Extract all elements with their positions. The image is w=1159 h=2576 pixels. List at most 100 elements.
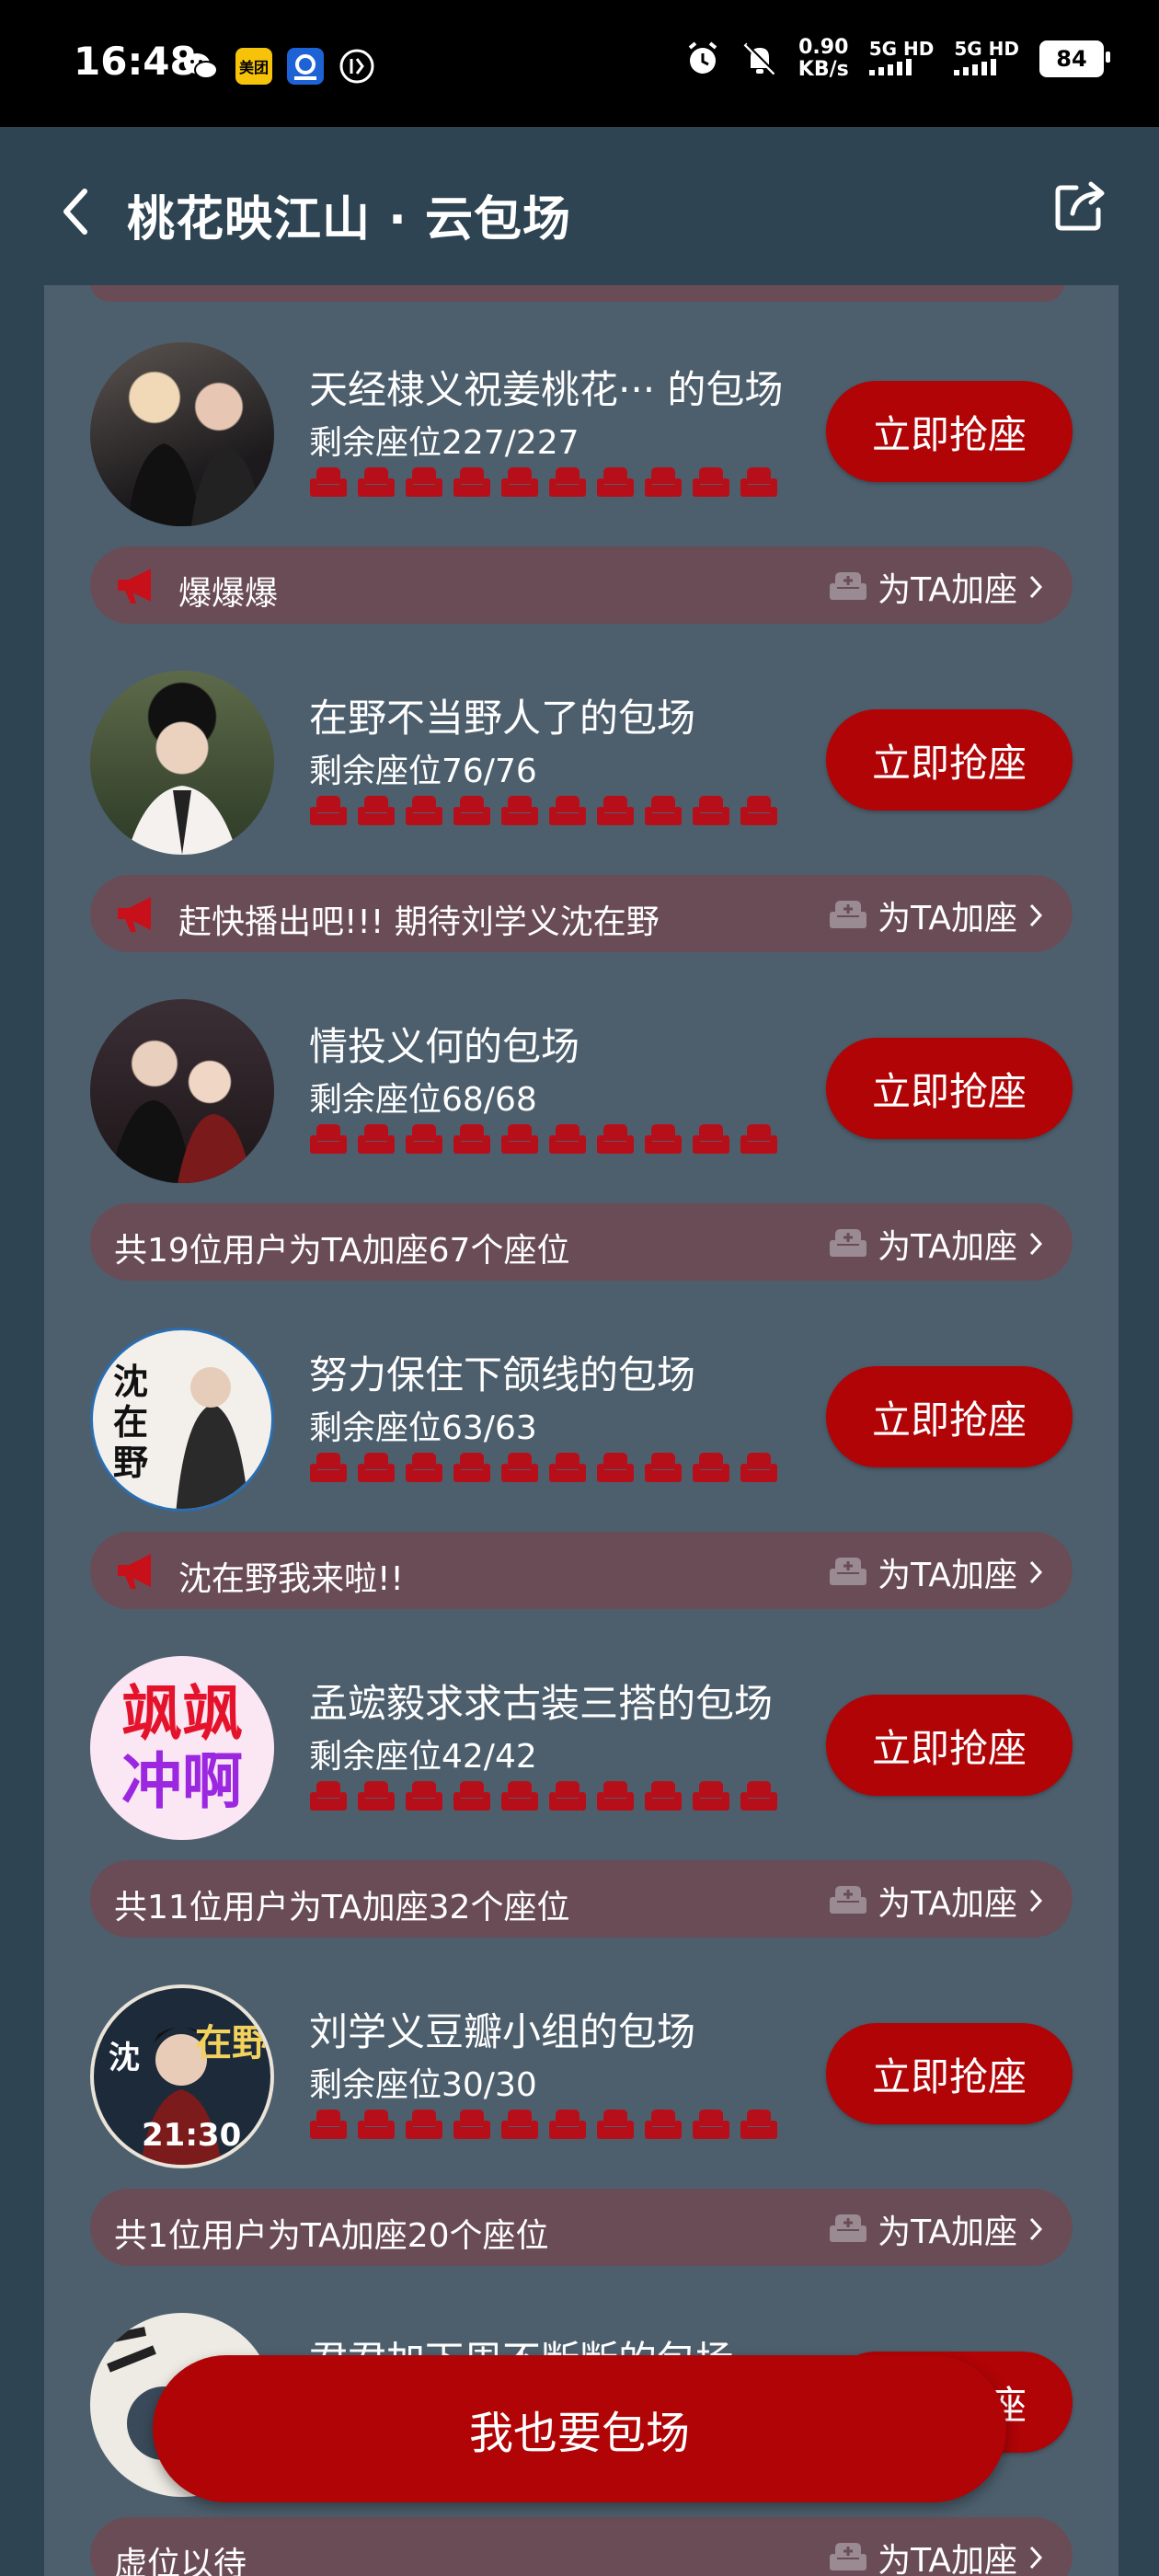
signal-sim1: 5G HD bbox=[868, 39, 934, 79]
grab-seat-button[interactable]: 立即抢座 bbox=[826, 1038, 1073, 1139]
seat-row bbox=[309, 794, 778, 829]
grab-seat-button[interactable]: 立即抢座 bbox=[826, 1366, 1073, 1467]
seat-plus-icon bbox=[830, 1558, 867, 1585]
megaphone-icon bbox=[118, 1554, 151, 1589]
avatar[interactable]: 沈 在 野 bbox=[90, 1328, 274, 1512]
seat-icon bbox=[693, 1781, 729, 1811]
message-text: 共1位用户为TA加座20个座位 bbox=[114, 2217, 549, 2255]
seat-icon bbox=[549, 2110, 586, 2139]
avatar[interactable] bbox=[90, 671, 274, 855]
chevron-right-icon bbox=[1029, 2546, 1043, 2570]
status-time: 16:48 bbox=[74, 39, 197, 84]
remaining-seats: 剩余座位68/68 bbox=[309, 1081, 537, 1119]
seat-plus-icon bbox=[830, 1229, 867, 1257]
avatar-caption: 飒飒 冲啊 bbox=[121, 1678, 243, 1817]
add-seat-link[interactable]: 为TA加座 bbox=[828, 891, 1045, 939]
wechat-icon bbox=[182, 48, 219, 85]
seat-icon bbox=[310, 2110, 347, 2139]
grab-seat-button[interactable]: 立即抢座 bbox=[826, 381, 1073, 482]
seat-icon bbox=[453, 2110, 490, 2139]
seat-icon bbox=[501, 796, 538, 825]
list-item: 在野不当野人了的包场 剩余座位76/76 立即抢座 赶快播出吧!!! 期待刘学义… bbox=[44, 614, 1119, 952]
add-seat-link[interactable]: 为TA加座 bbox=[828, 1220, 1045, 1268]
seat-plus-icon bbox=[830, 901, 867, 928]
seat-icon bbox=[740, 1453, 777, 1482]
message-bar: 共1位用户为TA加座20个座位 为TA加座 bbox=[90, 2189, 1073, 2266]
seat-icon bbox=[358, 1124, 395, 1154]
remaining-seats: 剩余座位30/30 bbox=[309, 2066, 537, 2104]
avatar[interactable] bbox=[90, 999, 274, 1183]
avatar[interactable]: 沈 在野 21:30 bbox=[90, 1984, 274, 2168]
seat-icon bbox=[693, 1453, 729, 1482]
seat-plus-icon bbox=[830, 2214, 867, 2242]
seat-icon bbox=[406, 796, 442, 825]
seat-icon bbox=[453, 1124, 490, 1154]
seat-icon bbox=[453, 467, 490, 497]
seat-icon bbox=[453, 796, 490, 825]
avatar[interactable]: 飒飒 冲啊 bbox=[90, 1656, 274, 1840]
seat-row bbox=[309, 1451, 778, 1486]
seat-icon bbox=[310, 1124, 347, 1154]
entry-title: 刘学义豆瓣小组的包场 bbox=[309, 2009, 696, 2054]
seat-icon bbox=[693, 2110, 729, 2139]
message-bar: 共19位用户为TA加座67个座位 为TA加座 bbox=[90, 1203, 1073, 1281]
back-arrow-icon[interactable] bbox=[57, 186, 94, 237]
page-title: 桃花映江山 · 云包场 bbox=[127, 192, 571, 247]
message-bar: 共11位用户为TA加座32个座位 为TA加座 bbox=[90, 1860, 1073, 1938]
status-bar: 16:48 美团 0.90 KB/s 5G HD 5G HD 84 bbox=[0, 0, 1159, 127]
grab-seat-button[interactable]: 立即抢座 bbox=[826, 1695, 1073, 1796]
seat-icon bbox=[501, 1124, 538, 1154]
seat-icon bbox=[693, 1124, 729, 1154]
seat-icon bbox=[597, 796, 634, 825]
seat-icon bbox=[597, 1453, 634, 1482]
seat-icon bbox=[310, 796, 347, 825]
avatar-caption: 沈 在 野 bbox=[113, 1362, 149, 1483]
add-seat-link[interactable]: 为TA加座 bbox=[828, 563, 1045, 611]
chevron-right-icon bbox=[1029, 575, 1043, 599]
vpn-icon bbox=[339, 48, 375, 85]
grab-seat-button[interactable]: 立即抢座 bbox=[826, 2023, 1073, 2124]
seat-icon bbox=[501, 1453, 538, 1482]
mute-icon bbox=[743, 42, 777, 75]
booking-list[interactable]: 天经棣义祝姜桃花··· 的包场 剩余座位227/227 立即抢座 爆爆爆 为TA… bbox=[44, 285, 1119, 2576]
add-seat-link[interactable]: 为TA加座 bbox=[828, 2205, 1045, 2253]
add-seat-link[interactable]: 为TA加座 bbox=[828, 1548, 1045, 1596]
message-text: 共19位用户为TA加座67个座位 bbox=[114, 1232, 570, 1270]
seat-icon bbox=[645, 1781, 682, 1811]
seat-icon bbox=[453, 1453, 490, 1482]
seat-plus-icon bbox=[830, 1886, 867, 1914]
share-icon[interactable] bbox=[1052, 178, 1107, 234]
add-seat-link[interactable]: 为TA加座 bbox=[828, 1877, 1045, 1925]
seat-icon bbox=[406, 1781, 442, 1811]
seat-icon bbox=[310, 467, 347, 497]
seat-icon bbox=[597, 467, 634, 497]
book-theater-button[interactable]: 我也要包场 bbox=[153, 2355, 1006, 2502]
message-text: 赶快播出吧!!! 期待刘学义沈在野 bbox=[178, 903, 660, 941]
grab-seat-button[interactable]: 立即抢座 bbox=[826, 709, 1073, 811]
seat-plus-icon bbox=[830, 2543, 867, 2570]
seat-icon bbox=[597, 1124, 634, 1154]
seat-icon bbox=[406, 467, 442, 497]
chevron-right-icon bbox=[1029, 2217, 1043, 2241]
seat-icon bbox=[453, 1781, 490, 1811]
add-seat-label: 为TA加座 bbox=[878, 1557, 1017, 1594]
add-seat-link[interactable]: 为TA加座 bbox=[828, 2534, 1045, 2576]
seat-icon bbox=[549, 796, 586, 825]
seat-icon bbox=[693, 796, 729, 825]
entry-title: 努力保住下颌线的包场 bbox=[309, 1352, 696, 1397]
chevron-right-icon bbox=[1029, 1889, 1043, 1913]
seat-icon bbox=[693, 467, 729, 497]
seat-icon bbox=[597, 2110, 634, 2139]
seat-icon bbox=[645, 2110, 682, 2139]
message-bar: 沈在野我来啦!! 为TA加座 bbox=[90, 1532, 1073, 1609]
seat-row bbox=[309, 2108, 778, 2143]
meituan-icon: 美团 bbox=[235, 48, 272, 85]
signal-icon bbox=[868, 59, 912, 75]
chevron-right-icon bbox=[1029, 903, 1043, 927]
avatar[interactable] bbox=[90, 342, 274, 526]
list-item: 沈 在野 21:30 刘学义豆瓣小组的包场 剩余座位30/30 立即抢座 共1位… bbox=[44, 1927, 1119, 2266]
remaining-seats: 剩余座位227/227 bbox=[309, 424, 580, 462]
alarm-icon bbox=[688, 41, 717, 74]
seat-icon bbox=[310, 1453, 347, 1482]
seat-icon bbox=[406, 1453, 442, 1482]
